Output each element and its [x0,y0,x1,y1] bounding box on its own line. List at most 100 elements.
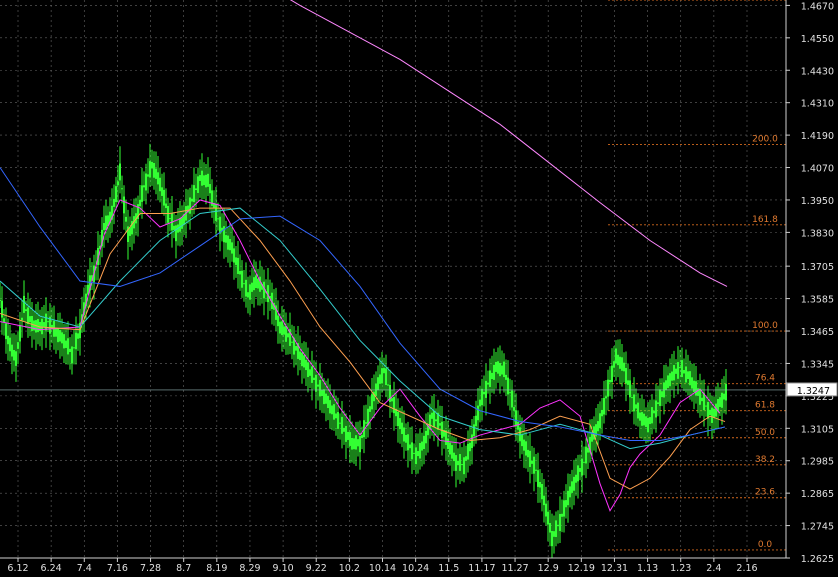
candle-body [147,174,149,177]
candle-body [689,371,691,386]
candle-body [209,184,211,194]
candle-body [469,442,471,452]
candle-body [193,185,195,203]
candle-body [325,393,327,404]
y-tick-label: 1.2625 [801,554,834,565]
candle-body [539,481,541,488]
x-tick-label: 12.19 [568,563,595,574]
x-tick-label: 12.9 [538,563,559,574]
candle-body [201,170,203,186]
x-tick-label: 11.5 [438,563,459,574]
candle-body [519,427,521,442]
candle-body [203,175,205,186]
candle-body [635,404,637,409]
candle-body [333,404,335,420]
candle-body [495,361,497,372]
candle-body [645,416,647,427]
candle-body [401,422,403,435]
candle-body [529,450,531,468]
x-tick-label: 10.14 [369,563,396,574]
candle-body [415,447,417,465]
candle-body [123,196,125,214]
candle-body [683,370,685,374]
candle-body [359,435,361,453]
candle-body [493,364,495,380]
candle-body [235,257,237,265]
y-tick-label: 1.3465 [801,327,834,338]
candle-body [165,203,167,209]
x-tick-label: 11.17 [468,563,495,574]
candle-body [545,503,547,517]
candle-body [139,199,141,207]
x-tick-label: 10.24 [402,563,429,574]
candle-body [181,217,183,229]
candle-body [291,341,293,343]
candle-body [277,315,279,327]
candle-body [327,395,329,409]
candle-body [693,380,695,392]
fib-level-label: 76.4 [755,374,775,384]
candle-body [699,388,701,405]
candle-body [199,175,201,181]
x-tick-label: 8.19 [206,563,227,574]
candle-body [531,460,533,464]
candle-body [571,481,573,493]
x-tick-label: 6.12 [7,563,28,574]
candle-body [661,391,663,398]
candle-body [347,431,349,440]
candle-body [157,172,159,185]
candle-body [587,447,589,453]
candle-body [633,394,635,412]
candle-body [559,513,561,531]
candle-body [607,379,609,397]
candle-body [551,530,553,547]
candle-body [619,356,621,369]
fib-level-label: 50.0 [755,428,775,438]
candle-body [449,442,451,455]
candle-body [695,381,697,396]
candle-body [159,177,161,192]
candle-body [563,500,565,517]
candle-body [625,367,627,384]
candle-body [229,238,231,251]
candle-body [247,292,249,298]
fibonacci-levels: 261.8200.0161.8100.076.461.850.038.223.6… [608,0,786,551]
candle-body [507,377,509,395]
candle-body [9,337,11,352]
y-tick-label: 1.3950 [801,196,834,207]
candle-body [709,409,711,416]
candle-body [711,407,713,423]
candle-body [483,391,485,395]
candle-body [285,325,287,342]
candle-body [503,361,505,378]
y-tick-label: 1.4550 [801,34,834,45]
candle-body [337,412,339,429]
candle-body [403,427,405,442]
y-tick-label: 1.3585 [801,295,834,306]
fib-level-label: 0.0 [758,540,773,550]
candle-body [611,365,613,383]
candle-body [331,405,333,415]
candle-body [641,412,643,426]
candle-body [341,416,343,434]
candle-body [685,366,687,383]
candle-body [25,309,27,312]
x-tick-label: 7.28 [140,563,161,574]
candle-body [315,374,317,392]
candle-body [155,168,157,179]
candle-body [617,354,619,366]
candle-body [239,271,241,275]
candle-body [525,441,527,456]
x-tick-label: 9.10 [273,563,294,574]
candle-body [149,161,151,178]
ma-line [0,207,726,450]
y-tick-label: 1.4670 [801,1,834,12]
candle-body [481,388,483,406]
price-chart[interactable]: 261.8200.0161.8100.076.461.850.038.223.6… [0,0,838,577]
candle-body [461,464,463,466]
candle-body [565,500,567,508]
candle-body [323,389,325,405]
candle-body [509,392,511,394]
candle-body [651,407,653,424]
candle-body [383,367,385,374]
